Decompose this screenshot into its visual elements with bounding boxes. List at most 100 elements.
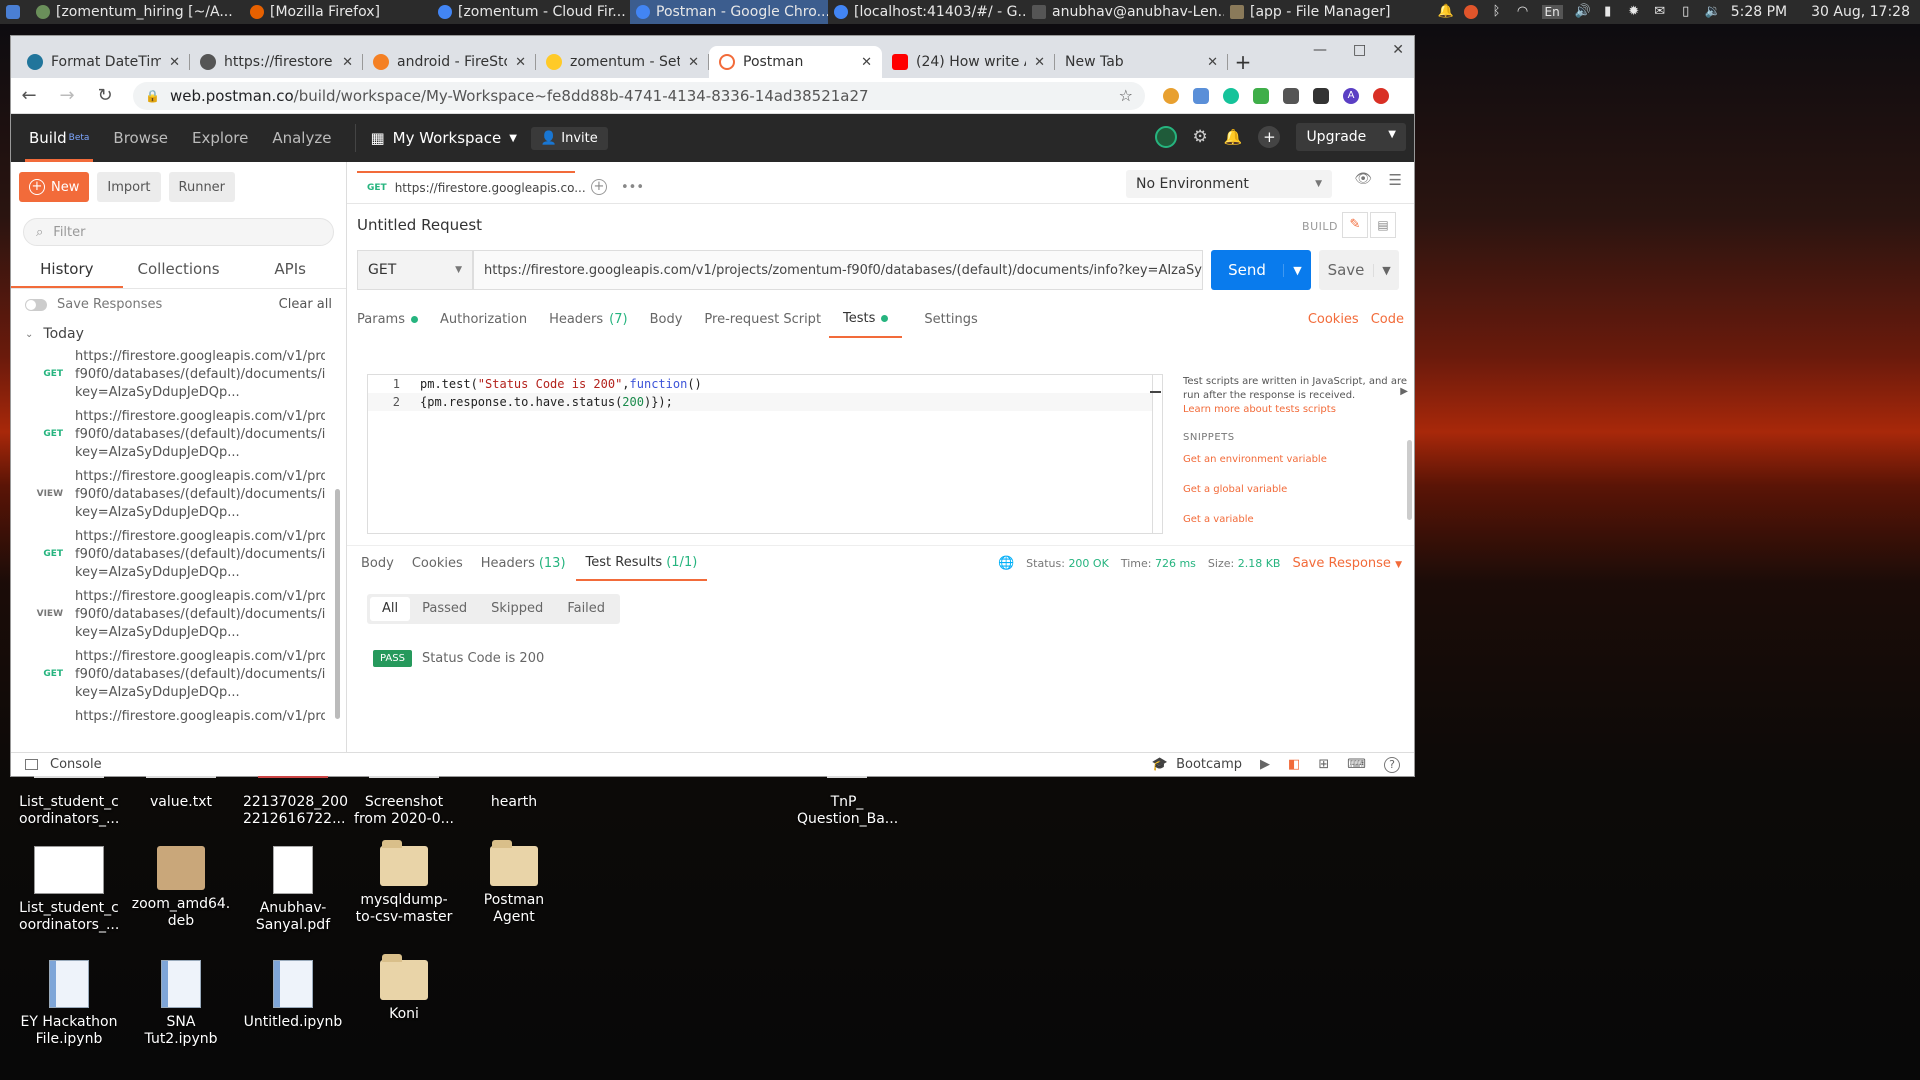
- desktop-icon[interactable]: Anubhav- Sanyal.pdf: [243, 846, 343, 934]
- tab-settings[interactable]: Settings: [924, 300, 977, 338]
- desktop-icon[interactable]: hearth: [464, 776, 564, 811]
- tests-editor[interactable]: 1 pm.test("Status Code is 200",function()…: [367, 374, 1153, 534]
- new-button[interactable]: + New: [19, 172, 90, 202]
- close-icon[interactable]: ✕: [1034, 55, 1045, 70]
- back-icon[interactable]: ←: [19, 85, 39, 106]
- brightness-icon[interactable]: ✹: [1627, 5, 1641, 19]
- browser-tab[interactable]: zomentum - Set ✕: [536, 46, 709, 78]
- tab-body[interactable]: Body: [650, 300, 683, 338]
- browser-tab[interactable]: Format DateTim ✕: [17, 46, 190, 78]
- taskbar-item-active[interactable]: Postman - Google Chro...: [630, 0, 828, 24]
- keyboard-icon[interactable]: ⌨: [1347, 757, 1366, 772]
- filter-input[interactable]: ⌕ Filter: [23, 218, 334, 246]
- save-responses-toggle[interactable]: [25, 298, 47, 311]
- cookies-link[interactable]: Cookies: [1308, 312, 1359, 327]
- green-extension-icon[interactable]: [1253, 87, 1269, 104]
- tab-authorization[interactable]: Authorization: [440, 300, 527, 338]
- minimize-icon[interactable]: —: [1313, 42, 1327, 58]
- taskbar-item[interactable]: [Mozilla Firefox]: [244, 0, 432, 24]
- grammarly-extension-icon[interactable]: [1223, 87, 1239, 104]
- desktop-icon[interactable]: mysqldump- to-csv-master: [354, 840, 454, 926]
- close-icon[interactable]: ✕: [515, 55, 526, 70]
- console-button[interactable]: Console: [50, 757, 102, 772]
- desktop-icon[interactable]: Postman Agent: [464, 840, 564, 926]
- nav-browse[interactable]: Browse: [113, 114, 168, 162]
- pencil-icon[interactable]: ✎: [1342, 212, 1368, 238]
- update-icon[interactable]: [1373, 87, 1389, 104]
- browser-tab[interactable]: New Tab ✕: [1055, 46, 1228, 78]
- tab-tests[interactable]: Tests: [829, 300, 903, 338]
- filter-passed[interactable]: Passed: [410, 597, 479, 621]
- plus-circle-icon[interactable]: +: [1258, 126, 1281, 148]
- avatar[interactable]: A: [1343, 87, 1359, 104]
- method-select[interactable]: GET ▼: [357, 250, 473, 290]
- tab-history[interactable]: History: [11, 254, 123, 288]
- tab-response-body[interactable]: Body: [361, 546, 394, 581]
- clock[interactable]: 5:28 PM: [1731, 4, 1787, 20]
- mail-icon[interactable]: ✉: [1653, 5, 1667, 19]
- history-item[interactable]: GET https://firestore.googleapis.com/v1/p…: [11, 528, 346, 588]
- upgrade-button[interactable]: Upgrade ▼: [1296, 123, 1406, 151]
- address-bar[interactable]: 🔒 web.postman.co/build/workspace/My-Work…: [133, 81, 1145, 110]
- taskbar-item[interactable]: anubhav@anubhav-Len...: [1026, 0, 1224, 24]
- help-icon[interactable]: ?: [1384, 756, 1400, 773]
- volume-icon[interactable]: 🔉: [1705, 5, 1721, 19]
- history-item[interactable]: GET https://firestore.googleapis.com/v1/p…: [11, 408, 346, 468]
- desktop-icon[interactable]: TnP_ Question_Ba...: [797, 776, 898, 828]
- editor-scrollbar[interactable]: [1149, 374, 1163, 534]
- bluetooth-icon[interactable]: ᛒ: [1490, 5, 1504, 19]
- code-link[interactable]: Code: [1371, 312, 1404, 327]
- history-item[interactable]: https://firestore.googleapis.com/v1/proj…: [11, 708, 346, 730]
- filter-all[interactable]: All: [370, 597, 411, 621]
- comment-icon[interactable]: ▤: [1370, 212, 1396, 238]
- tab-prerequest-script[interactable]: Pre-request Script: [704, 300, 821, 338]
- play-icon[interactable]: ▶: [1260, 757, 1270, 772]
- star-icon[interactable]: ☆: [1119, 86, 1133, 105]
- taskbar-item[interactable]: [zomentum - Cloud Fir...: [432, 0, 630, 24]
- sliders-icon[interactable]: ☰: [1389, 171, 1402, 189]
- invite-button[interactable]: 👤 Invite: [530, 126, 608, 150]
- gear-icon[interactable]: ⚙: [1193, 127, 1208, 147]
- bootcamp-button[interactable]: Bootcamp: [1176, 757, 1242, 772]
- desktop-icon[interactable]: SNA Tut2.ipynb: [131, 960, 231, 1048]
- nav-analyze[interactable]: Analyze: [272, 114, 331, 162]
- close-window-icon[interactable]: ✕: [1392, 42, 1404, 58]
- browser-tab[interactable]: android - FireSto ✕: [363, 46, 536, 78]
- snippet-link[interactable]: Get an environment variable: [1183, 453, 1411, 467]
- chevron-down-icon[interactable]: ▼: [1373, 263, 1399, 277]
- chevron-down-icon[interactable]: ▼: [1283, 263, 1311, 277]
- keyboard-layout[interactable]: En: [1541, 5, 1563, 19]
- wifi-icon[interactable]: ◠: [1516, 5, 1530, 19]
- desktop-icon[interactable]: 22137028_200 2212616722...: [243, 776, 348, 828]
- workspace-switcher[interactable]: ▦ My Workspace ▼: [355, 124, 517, 152]
- desktop-icon[interactable]: value.txt: [131, 776, 231, 811]
- desktop-icon[interactable]: Koni: [354, 954, 454, 1023]
- request-tab[interactable]: GET https://firestore.googleapis.co...: [357, 171, 586, 203]
- snippet-link[interactable]: Get a variable: [1183, 513, 1411, 527]
- save-response-button[interactable]: Save Response ▼: [1292, 556, 1402, 571]
- battery-icon[interactable]: ▯: [1679, 5, 1693, 19]
- media-queue-icon[interactable]: [1313, 87, 1329, 104]
- tab-collections[interactable]: Collections: [123, 254, 235, 288]
- url-input[interactable]: https://firestore.googleapis.com/v1/proj…: [473, 250, 1203, 290]
- reload-icon[interactable]: ↻: [95, 85, 115, 106]
- eye-icon[interactable]: 👁: [1354, 171, 1372, 187]
- browser-tab[interactable]: (24) How write A ✕: [882, 46, 1055, 78]
- close-icon[interactable]: ✕: [861, 55, 872, 70]
- more-icon[interactable]: •••: [621, 180, 644, 195]
- menu-icon[interactable]: [0, 0, 30, 24]
- date[interactable]: 30 Aug, 17:28: [1811, 4, 1910, 20]
- filter-failed[interactable]: Failed: [555, 597, 617, 621]
- tab-headers[interactable]: Headers (7): [549, 300, 628, 338]
- save-button[interactable]: Save ▼: [1319, 250, 1399, 290]
- import-button[interactable]: Import: [97, 172, 161, 202]
- tab-response-headers[interactable]: Headers (13): [481, 546, 566, 581]
- nav-explore[interactable]: Explore: [192, 114, 248, 162]
- puzzle-icon[interactable]: [1283, 87, 1299, 104]
- close-icon[interactable]: ✕: [169, 55, 180, 70]
- browser-tab[interactable]: https://firestore.g ✕: [190, 46, 363, 78]
- desktop-icon[interactable]: Untitled.ipynb: [243, 960, 343, 1031]
- help-scrollbar[interactable]: [1407, 440, 1412, 520]
- maximize-icon[interactable]: □: [1353, 42, 1366, 58]
- two-pane-icon[interactable]: ◧: [1288, 757, 1300, 772]
